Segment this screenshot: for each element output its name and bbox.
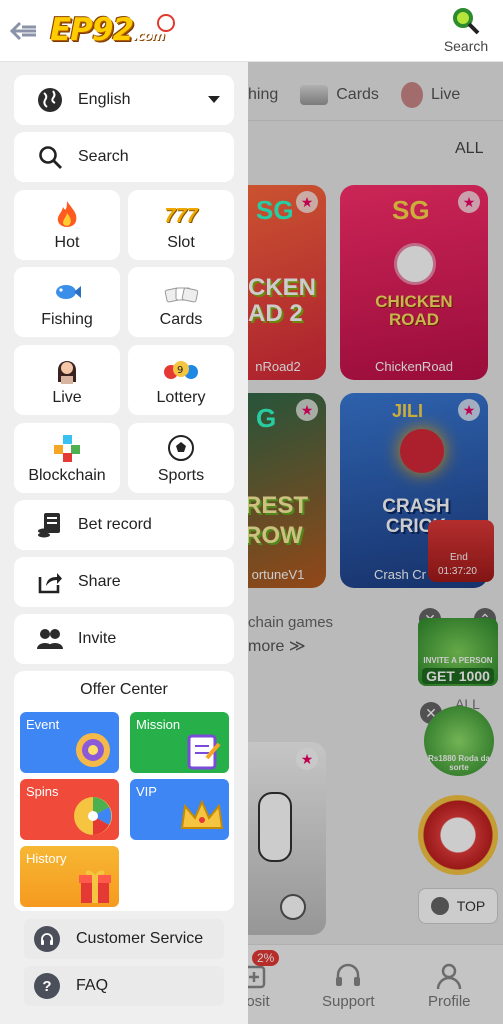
- invite-item[interactable]: Invite: [14, 614, 234, 664]
- top-header: EP92.com Search: [0, 0, 503, 62]
- offer-vip[interactable]: VIP: [130, 779, 229, 840]
- clipboard-icon: [187, 734, 221, 770]
- offer-center: Offer Center Event Mission Spins VIP His…: [14, 671, 234, 911]
- offer-event[interactable]: Event: [20, 712, 119, 773]
- chevron-down-icon: [208, 96, 220, 103]
- language-selector[interactable]: English: [14, 75, 234, 125]
- offer-spins[interactable]: Spins: [20, 779, 119, 840]
- category-cards[interactable]: Cards: [128, 267, 234, 337]
- crown-icon: [180, 799, 224, 829]
- header-search-button[interactable]: Search: [436, 6, 496, 54]
- language-label: English: [78, 91, 131, 108]
- category-blockchain[interactable]: Blockchain: [14, 423, 120, 493]
- offer-mission[interactable]: Mission: [130, 712, 229, 773]
- brand-logo[interactable]: EP92.com: [50, 12, 165, 48]
- question-mark-icon: ?: [34, 973, 60, 999]
- drawer-search-label: Search: [78, 148, 129, 165]
- live-dealer-icon: [14, 353, 120, 387]
- faq-item[interactable]: ? FAQ: [24, 966, 224, 1006]
- lottery-balls-icon: 9: [128, 353, 234, 387]
- share-label: Share: [78, 573, 121, 590]
- drawer-search[interactable]: Search: [14, 132, 234, 182]
- bet-record-item[interactable]: Bet record: [14, 500, 234, 550]
- header-search-label: Search: [443, 38, 489, 54]
- blockchain-cubes-icon: [14, 431, 120, 465]
- playing-cards-icon: [128, 275, 234, 309]
- gift-box-icon: [79, 870, 111, 903]
- category-hot[interactable]: Hot: [14, 190, 120, 260]
- offer-center-title: Offer Center: [80, 681, 168, 698]
- back-arrow-icon[interactable]: [8, 18, 38, 44]
- soccer-ball-icon: [128, 431, 234, 465]
- event-badge-icon: [76, 733, 110, 767]
- users-icon: [36, 625, 64, 653]
- faq-label: FAQ: [76, 977, 109, 994]
- share-icon: [36, 568, 64, 596]
- receipt-icon: [36, 511, 64, 539]
- svg-text:9: 9: [177, 365, 183, 376]
- customer-service-label: Customer Service: [76, 930, 204, 947]
- customer-service-item[interactable]: Customer Service: [24, 919, 224, 959]
- rooster-logo-icon: [157, 14, 175, 32]
- prize-wheel-icon: [74, 797, 112, 835]
- search-icon: [36, 143, 64, 171]
- offer-history[interactable]: History: [20, 846, 119, 907]
- category-lottery[interactable]: 9 Lottery: [128, 345, 234, 415]
- globe-icon: [36, 86, 64, 114]
- share-item[interactable]: Share: [14, 557, 234, 607]
- category-fishing[interactable]: Fishing: [14, 267, 120, 337]
- headset-icon: [34, 926, 60, 952]
- fish-icon: [14, 275, 120, 309]
- category-slot[interactable]: 777 Slot: [128, 190, 234, 260]
- category-live[interactable]: Live: [14, 345, 120, 415]
- search-icon: [453, 8, 480, 35]
- slot-777-icon: 777: [164, 204, 198, 227]
- invite-label: Invite: [78, 630, 117, 647]
- bet-record-label: Bet record: [78, 516, 152, 533]
- category-sports[interactable]: Sports: [128, 423, 234, 493]
- fire-icon: [14, 198, 120, 232]
